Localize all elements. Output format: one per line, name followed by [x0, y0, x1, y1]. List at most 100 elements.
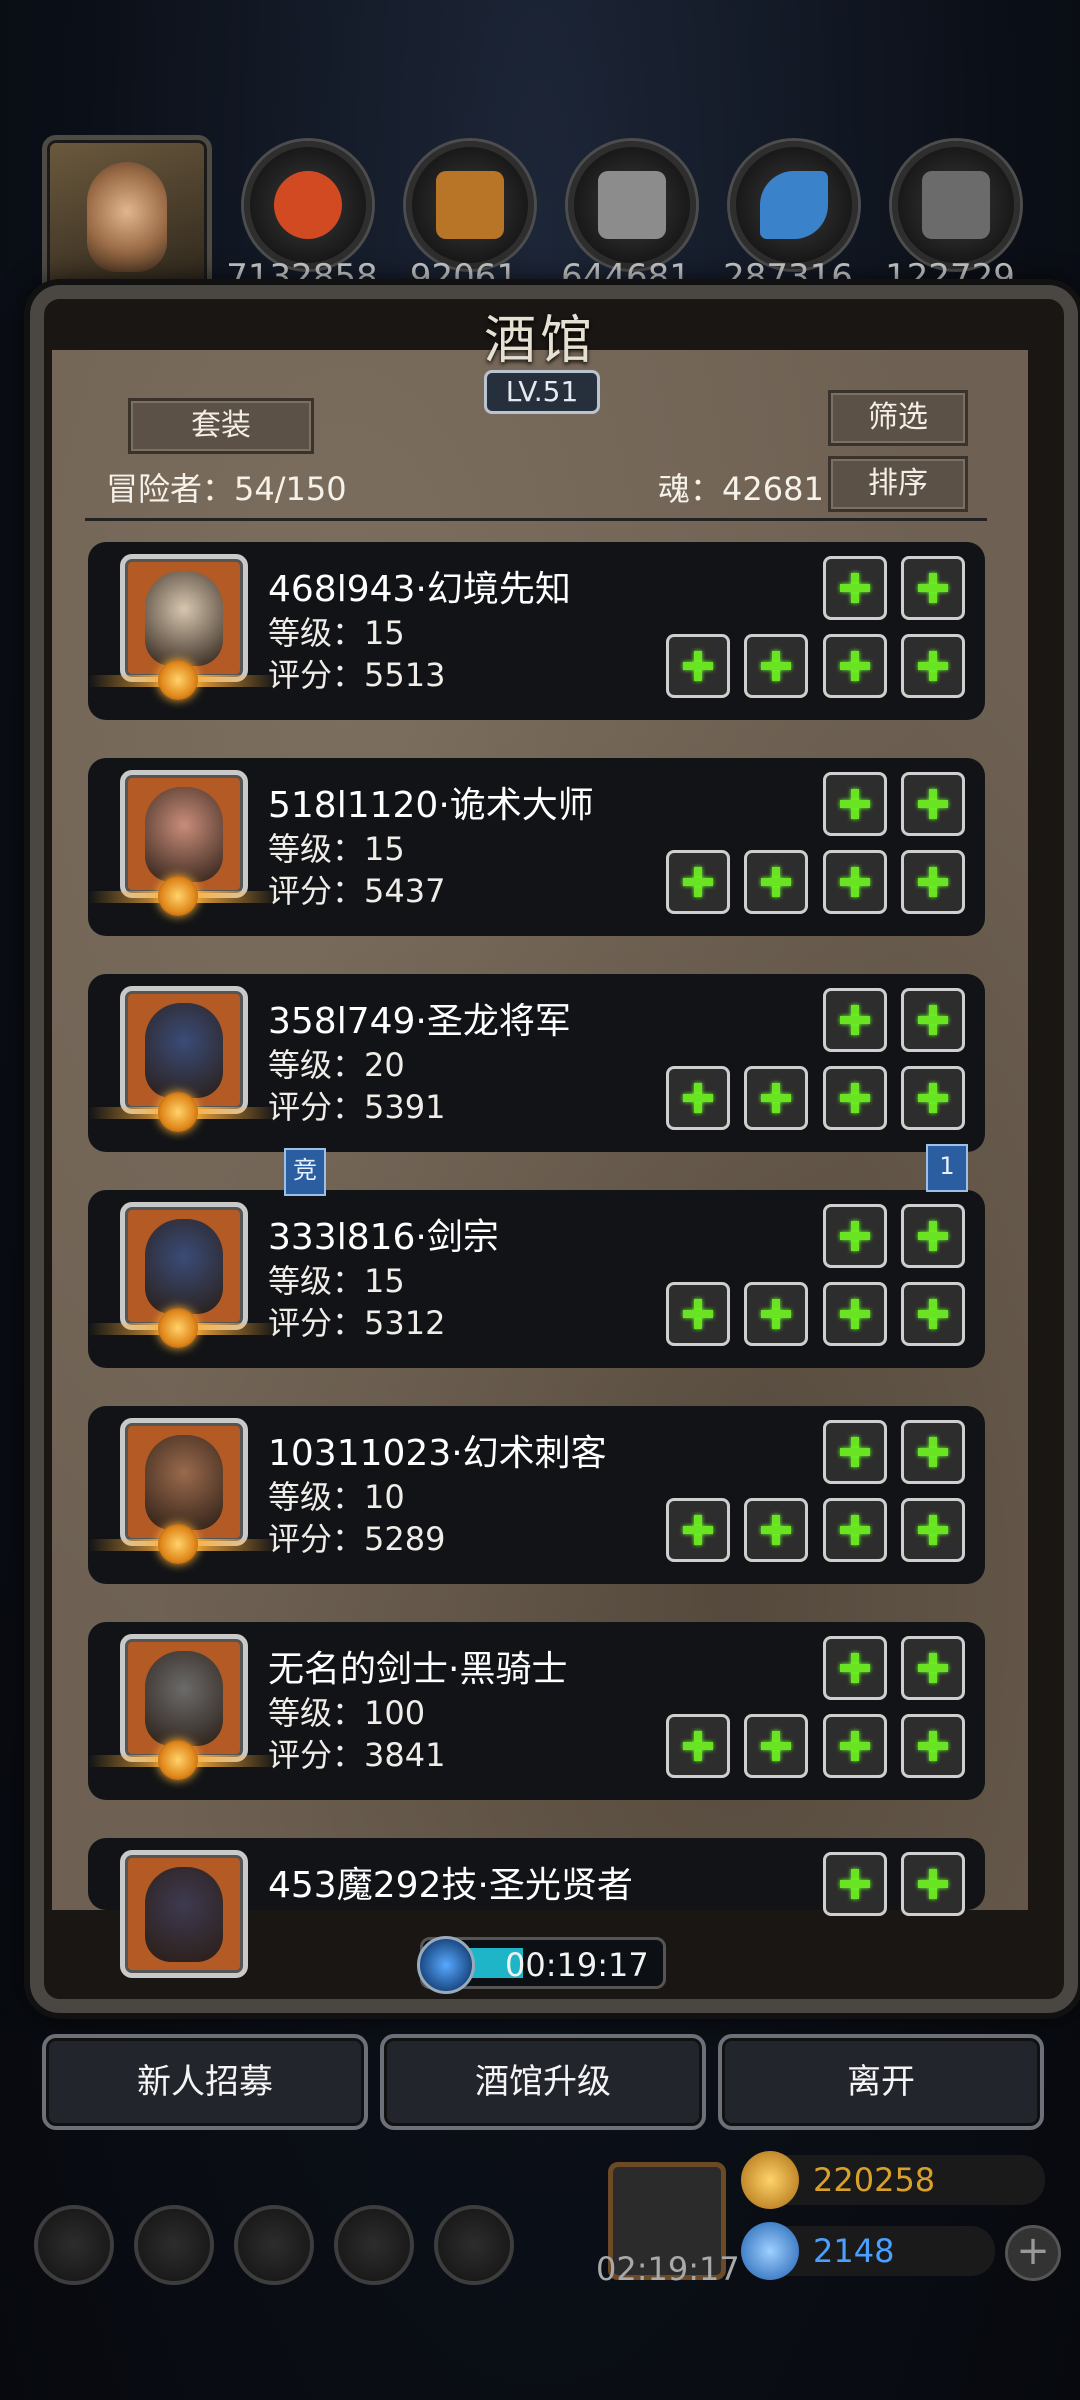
equip-slot-boots[interactable] — [901, 1066, 965, 1130]
plus-icon — [918, 1221, 948, 1251]
plus-icon — [761, 1083, 791, 1113]
hero-score: 评分：5289 — [268, 1520, 446, 1558]
equip-slot-accessory[interactable] — [823, 1204, 887, 1268]
equip-slot-trinket[interactable] — [901, 556, 965, 620]
equip-slot-weapon[interactable] — [666, 1714, 730, 1778]
plus-icon — [918, 651, 948, 681]
equip-slot-trinket[interactable] — [901, 1636, 965, 1700]
plus-icon — [840, 789, 870, 819]
equip-slot-helmet[interactable] — [823, 1282, 887, 1346]
plus-icon — [840, 867, 870, 897]
hero-name: 468l943·幻境先知 — [268, 569, 571, 610]
equip-slot-helmet[interactable] — [823, 850, 887, 914]
equip-slot-armor[interactable] — [744, 634, 808, 698]
tavern-upgrade-button[interactable]: 酒馆升级 — [380, 2034, 706, 2130]
hero-card[interactable]: 10311023·幻术刺客 等级：10 评分：5289 — [88, 1406, 985, 1584]
outfit-button[interactable]: 套装 — [128, 398, 314, 454]
equip-slot-accessory[interactable] — [823, 772, 887, 836]
plus-icon — [840, 573, 870, 603]
plus-icon — [918, 1437, 948, 1467]
filter-button[interactable]: 筛选 — [828, 390, 968, 446]
plus-icon — [840, 1221, 870, 1251]
leave-button[interactable]: 离开 — [718, 2034, 1044, 2130]
equip-slot-accessory[interactable] — [823, 1852, 887, 1916]
equip-slot-weapon[interactable] — [666, 850, 730, 914]
equip-slot-trinket[interactable] — [901, 988, 965, 1052]
plus-icon — [840, 1005, 870, 1035]
settings-icon[interactable] — [34, 2205, 114, 2285]
plus-icon — [918, 789, 948, 819]
achievement-icon[interactable] — [134, 2205, 214, 2285]
add-currency-icon[interactable]: + — [1005, 2225, 1061, 2281]
arena-tag: 竞 — [284, 1148, 326, 1196]
plus-icon — [683, 1299, 713, 1329]
hero-name: 358l749·圣龙将军 — [268, 1001, 571, 1042]
hero-portrait[interactable] — [120, 1850, 248, 1978]
gem-currency: 2148 — [741, 2222, 995, 2280]
hero-card[interactable]: 468l943·幻境先知 等级：15 评分：5513 — [88, 542, 985, 720]
equip-slot-armor[interactable] — [744, 1714, 808, 1778]
equip-slot-helmet[interactable] — [823, 1714, 887, 1778]
equip-slot-armor[interactable] — [744, 1066, 808, 1130]
sort-button[interactable]: 排序 — [828, 456, 968, 512]
map-icon[interactable] — [434, 2205, 514, 2285]
equip-slot-armor[interactable] — [744, 850, 808, 914]
hero-name: 333l816·剑宗 — [268, 1217, 499, 1258]
equip-slot-trinket[interactable] — [901, 772, 965, 836]
hero-name: 453魔292技·圣光贤者 — [268, 1865, 633, 1906]
equip-slot-trinket[interactable] — [901, 1420, 965, 1484]
equip-slot-accessory[interactable] — [823, 1420, 887, 1484]
equip-slot-helmet[interactable] — [823, 1498, 887, 1562]
hero-face — [145, 1003, 223, 1098]
rank-emblem-icon — [158, 660, 198, 700]
tavern-level-badge: LV.51 — [484, 370, 600, 414]
equip-slot-weapon[interactable] — [666, 634, 730, 698]
hero-card[interactable]: 453魔292技·圣光贤者 — [88, 1838, 985, 1978]
resource-bar: 7132858 92061 644681 287316 122729 — [0, 135, 1080, 305]
resource-iron-icon[interactable] — [568, 141, 696, 269]
hero-name: 518l1120·诡术大师 — [268, 785, 594, 826]
equip-slot-accessory[interactable] — [823, 1636, 887, 1700]
resource-wood-icon[interactable] — [406, 141, 534, 269]
gem-value: 2148 — [813, 2232, 895, 2270]
hero-face — [145, 571, 223, 666]
recruit-button[interactable]: 新人招募 — [42, 2034, 368, 2130]
plus-icon — [918, 1005, 948, 1035]
hero-level: 等级：15 — [268, 614, 405, 652]
guild-icon[interactable] — [234, 2205, 314, 2285]
hero-card[interactable]: 518l1120·诡术大师 等级：15 评分：5437 — [88, 758, 985, 936]
equip-slot-weapon[interactable] — [666, 1498, 730, 1562]
resource-crystal-icon[interactable] — [730, 141, 858, 269]
equip-slot-boots[interactable] — [901, 1498, 965, 1562]
equip-slot-boots[interactable] — [901, 634, 965, 698]
resource-ore-icon[interactable] — [244, 141, 372, 269]
equip-slot-trinket[interactable] — [901, 1204, 965, 1268]
equip-slot-weapon[interactable] — [666, 1282, 730, 1346]
hero-card[interactable]: 358l749·圣龙将军 等级：20 评分：5391 — [88, 974, 985, 1152]
equip-slot-trinket[interactable] — [901, 1852, 965, 1916]
hero-face — [145, 1219, 223, 1314]
mail-icon[interactable] — [334, 2205, 414, 2285]
page-title: 酒馆 — [483, 311, 596, 371]
divider — [85, 518, 987, 521]
plus-icon — [761, 1731, 791, 1761]
equip-slot-accessory[interactable] — [823, 556, 887, 620]
equip-slot-accessory[interactable] — [823, 988, 887, 1052]
equip-slot-boots[interactable] — [901, 850, 965, 914]
hero-card[interactable]: 无名的剑士·黑骑士 等级：100 评分：3841 — [88, 1622, 985, 1800]
plus-icon — [761, 651, 791, 681]
equip-slot-weapon[interactable] — [666, 1066, 730, 1130]
hero-card[interactable]: 333l816·剑宗 等级：15 评分：5312 — [88, 1190, 985, 1368]
hero-score: 评分：5513 — [268, 656, 446, 694]
equip-slot-boots[interactable] — [901, 1714, 965, 1778]
equip-slot-armor[interactable] — [744, 1498, 808, 1562]
plus-icon — [683, 651, 713, 681]
plus-icon — [840, 1299, 870, 1329]
equip-slot-helmet[interactable] — [823, 634, 887, 698]
equip-slot-helmet[interactable] — [823, 1066, 887, 1130]
resource-stone-icon[interactable] — [892, 141, 1020, 269]
equip-slot-boots[interactable] — [901, 1282, 965, 1346]
equip-slot-armor[interactable] — [744, 1282, 808, 1346]
player-avatar[interactable] — [42, 135, 212, 305]
plus-icon — [918, 573, 948, 603]
